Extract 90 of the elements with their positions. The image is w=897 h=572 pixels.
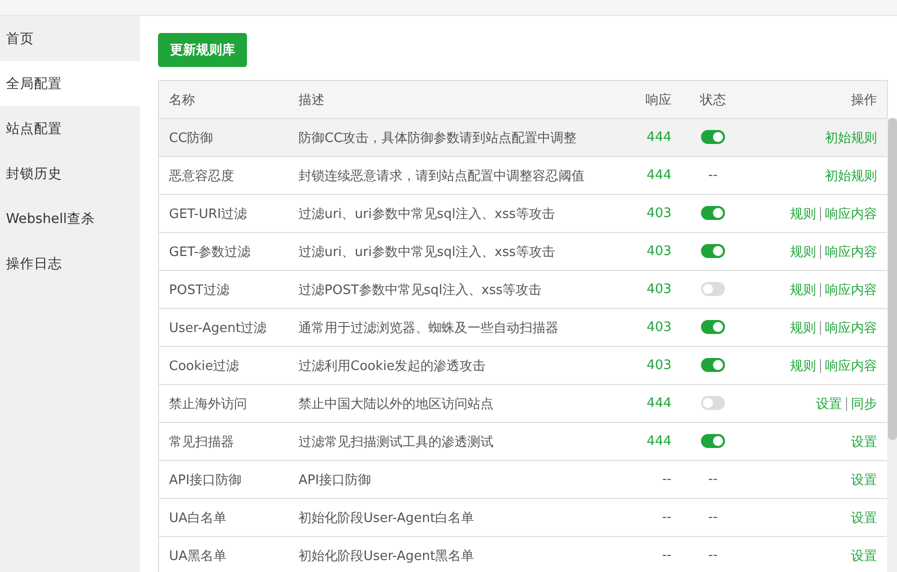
- response-code: 444: [618, 422, 682, 460]
- rule-name: CC防御: [158, 118, 288, 156]
- response-code: 403: [618, 346, 682, 384]
- rule-name: User-Agent过滤: [158, 308, 288, 346]
- rule-description: 初始化阶段User-Agent白名单: [288, 498, 618, 536]
- response-code: 444: [618, 118, 682, 156]
- table-row[interactable]: 常见扫描器 过滤常见扫描测试工具的渗透测试 444 设置: [158, 422, 888, 460]
- column-header: 响应: [618, 80, 682, 118]
- rule-name: UA黑名单: [158, 536, 288, 572]
- table-row[interactable]: User-Agent过滤 通常用于过滤浏览器、蜘蛛及一些自动扫描器 403 规则 响应内容: [158, 308, 888, 346]
- rule-description: 禁止中国大陆以外的地区访问站点: [288, 384, 618, 422]
- update-rules-button[interactable]: 更新规则库: [158, 33, 247, 67]
- action-link[interactable]: 初始规则: [825, 130, 877, 146]
- sidebar-item[interactable]: Webshell查杀: [0, 196, 140, 241]
- table-row[interactable]: GET-URI过滤 过滤uri、uri参数中常见sql注入、xss等攻击 403 规则 响应内容: [158, 194, 888, 232]
- rule-name: GET-参数过滤: [158, 232, 288, 270]
- table-row[interactable]: Cookie过滤 过滤利用Cookie发起的渗透攻击 403 规则 响应内容: [158, 346, 888, 384]
- rule-name: 常见扫描器: [158, 422, 288, 460]
- rule-description: 过滤uri、uri参数中常见sql注入、xss等攻击: [288, 194, 618, 232]
- sidebar-item[interactable]: 站点配置: [0, 106, 140, 151]
- response-code: --: [618, 498, 682, 536]
- table-row[interactable]: CC防御 防御CC攻击，具体防御参数请到站点配置中调整 444 初始规则: [158, 118, 888, 156]
- status-text: --: [682, 156, 744, 194]
- column-header: 描述: [288, 80, 618, 118]
- action-link[interactable]: 设置: [851, 434, 877, 450]
- rule-name: Cookie过滤: [158, 346, 288, 384]
- table-row[interactable]: GET-参数过滤 过滤uri、uri参数中常见sql注入、xss等攻击 403 规则 响应内容: [158, 232, 888, 270]
- table-row[interactable]: 恶意容忍度 封锁连续恶意请求，请到站点配置中调整容忍阈值 444 -- 初始规则: [158, 156, 888, 194]
- response-code: 403: [618, 232, 682, 270]
- rule-description: 过滤uri、uri参数中常见sql注入、xss等攻击: [288, 232, 618, 270]
- rule-name: POST过滤: [158, 270, 288, 308]
- action-link[interactable]: 设置: [851, 510, 877, 526]
- action-link[interactable]: 设置: [851, 472, 877, 488]
- response-code: 444: [618, 384, 682, 422]
- table-row[interactable]: POST过滤 过滤POST参数中常见sql注入、xss等攻击 403 规则 响应内容: [158, 270, 888, 308]
- column-header: 操作: [744, 80, 888, 118]
- action-link[interactable]: 规则: [790, 206, 816, 222]
- status-text: --: [682, 536, 744, 572]
- rule-description: 初始化阶段User-Agent黑名单: [288, 536, 618, 572]
- action-link[interactable]: 响应内容: [825, 358, 877, 374]
- response-code: 403: [618, 270, 682, 308]
- action-link[interactable]: 响应内容: [825, 206, 877, 222]
- table-row[interactable]: 禁止海外访问 禁止中国大陆以外的地区访问站点 444 设置 同步: [158, 384, 888, 422]
- sidebar-item[interactable]: 封锁历史: [0, 151, 140, 196]
- response-code: 403: [618, 194, 682, 232]
- rule-name: API接口防御: [158, 460, 288, 498]
- sidebar-item[interactable]: 首页: [0, 16, 140, 61]
- action-link[interactable]: 规则: [790, 244, 816, 260]
- toggle-switch[interactable]: [701, 358, 725, 372]
- toggle-switch[interactable]: [701, 396, 725, 410]
- response-code: 403: [618, 308, 682, 346]
- action-link[interactable]: 规则: [790, 358, 816, 374]
- status-text: --: [682, 498, 744, 536]
- sidebar-item[interactable]: 操作日志: [0, 241, 140, 286]
- toggle-switch[interactable]: [701, 244, 725, 258]
- action-link[interactable]: 设置: [851, 548, 877, 564]
- response-code: --: [618, 536, 682, 572]
- rule-description: API接口防御: [288, 460, 618, 498]
- column-header: 名称: [158, 80, 288, 118]
- rule-name: GET-URI过滤: [158, 194, 288, 232]
- table-row[interactable]: UA白名单 初始化阶段User-Agent白名单 -- -- 设置: [158, 498, 888, 536]
- action-link[interactable]: 设置: [816, 396, 842, 412]
- action-link[interactable]: 同步: [851, 396, 877, 412]
- rule-description: 封锁连续恶意请求，请到站点配置中调整容忍阈值: [288, 156, 618, 194]
- toggle-switch[interactable]: [701, 282, 725, 296]
- action-link[interactable]: 响应内容: [825, 282, 877, 298]
- response-code: --: [618, 460, 682, 498]
- rule-description: 防御CC攻击，具体防御参数请到站点配置中调整: [288, 118, 618, 156]
- rule-description: 过滤POST参数中常见sql注入、xss等攻击: [288, 270, 618, 308]
- action-link[interactable]: 初始规则: [825, 168, 877, 184]
- toggle-switch[interactable]: [701, 320, 725, 334]
- action-link[interactable]: 规则: [790, 320, 816, 336]
- status-text: --: [682, 460, 744, 498]
- toggle-switch[interactable]: [701, 206, 725, 220]
- rule-description: 通常用于过滤浏览器、蜘蛛及一些自动扫描器: [288, 308, 618, 346]
- response-code: 444: [618, 156, 682, 194]
- sidebar-item[interactable]: 全局配置: [0, 61, 140, 106]
- action-link[interactable]: 规则: [790, 282, 816, 298]
- scrollbar[interactable]: [887, 118, 897, 572]
- table-row[interactable]: API接口防御 API接口防御 -- -- 设置: [158, 460, 888, 498]
- action-link[interactable]: 响应内容: [825, 320, 877, 336]
- rule-name: UA白名单: [158, 498, 288, 536]
- rule-description: 过滤常见扫描测试工具的渗透测试: [288, 422, 618, 460]
- rule-name: 恶意容忍度: [158, 156, 288, 194]
- rule-name: 禁止海外访问: [158, 384, 288, 422]
- rule-description: 过滤利用Cookie发起的渗透攻击: [288, 346, 618, 384]
- toggle-switch[interactable]: [701, 434, 725, 448]
- toggle-switch[interactable]: [701, 130, 725, 144]
- column-header: 状态: [682, 80, 744, 118]
- action-link[interactable]: 响应内容: [825, 244, 877, 260]
